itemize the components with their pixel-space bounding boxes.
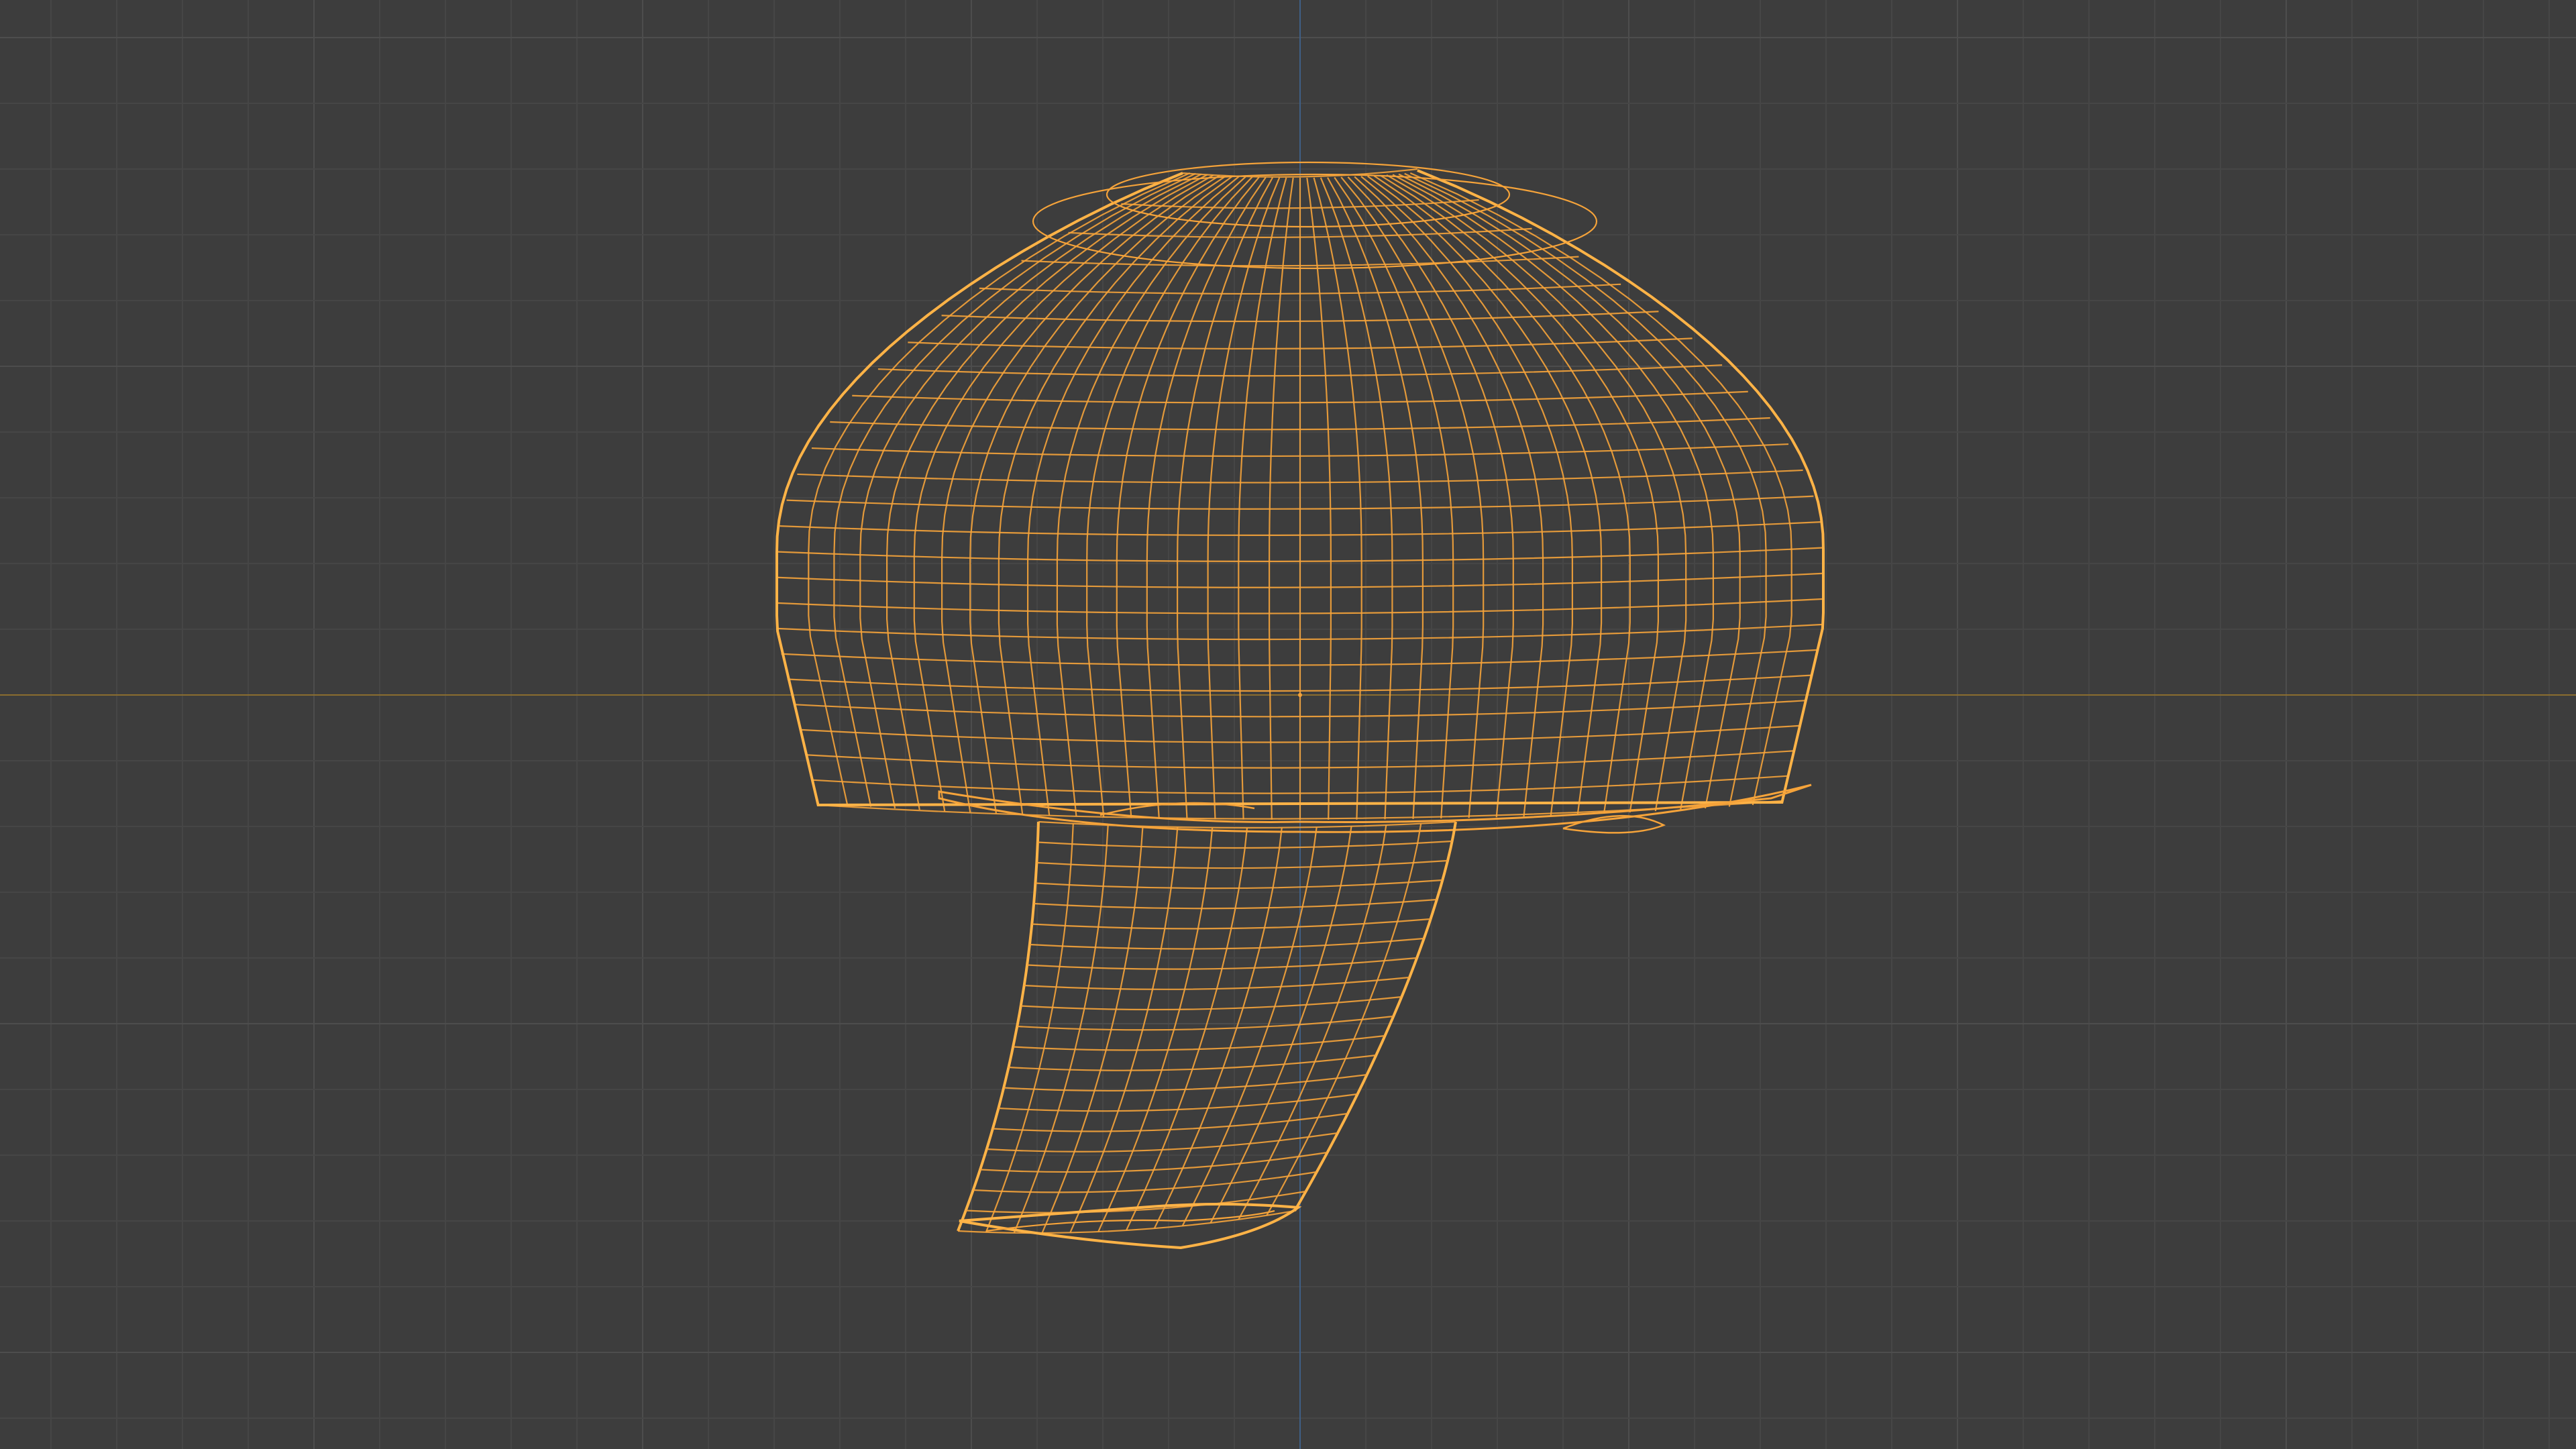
cap-meridian — [1056, 176, 1246, 817]
cap-meridian — [998, 175, 1233, 815]
mushroom-stem-mesh[interactable] — [957, 820, 1457, 1250]
cap-meridian — [1320, 177, 1393, 820]
cap-meridian — [1207, 177, 1281, 820]
cap-meridian — [808, 172, 1191, 806]
cap-meridian — [1268, 177, 1294, 820]
cap-top-pole-loop — [1032, 173, 1598, 270]
cap-meridian — [1367, 175, 1603, 815]
object-origin-dot — [1298, 693, 1302, 697]
3d-viewport[interactable] — [0, 0, 2576, 1449]
cap-meridian — [1360, 176, 1573, 816]
cap-meridian — [1026, 176, 1240, 816]
cap-meridian — [833, 172, 1196, 807]
viewport-canvas[interactable] — [0, 0, 2576, 1449]
cap-meridian — [1404, 172, 1767, 807]
cap-meridian — [1354, 176, 1544, 817]
cap-meridian — [1306, 177, 1332, 820]
